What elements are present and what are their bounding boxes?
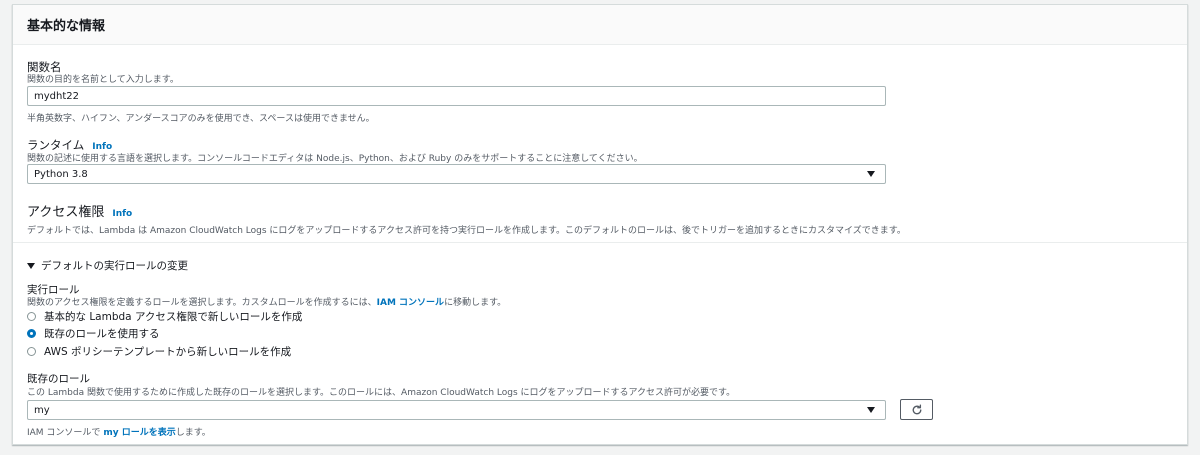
change-default-role-toggle[interactable]: デフォルトの実行ロールの変更 [27, 258, 188, 273]
function-name-input[interactable] [27, 86, 886, 106]
change-default-role-label: デフォルトの実行ロールの変更 [41, 260, 188, 272]
existing-role-selected-value: my [34, 404, 50, 416]
role-option-create-basic[interactable]: 基本的な Lambda アクセス権限で新しいロールを作成 [27, 309, 302, 324]
existing-role-select[interactable]: my [27, 400, 886, 420]
role-option-label: AWS ポリシーテンプレートから新しいロールを作成 [44, 346, 292, 358]
radio-button[interactable] [27, 347, 36, 356]
execution-role-description-prefix: 関数のアクセス権限を定義するロールを選択します。カスタムロールを作成するには、 [27, 298, 377, 308]
caret-down-icon [867, 171, 875, 177]
permissions-description: デフォルトでは、Lambda は Amazon CloudWatch Logs … [27, 226, 906, 236]
radio-button[interactable] [27, 312, 36, 321]
permissions-label: アクセス権限 [27, 205, 105, 220]
runtime-selected-value: Python 3.8 [34, 168, 88, 180]
existing-role-footer-suffix: します。 [175, 428, 211, 438]
refresh-icon [912, 403, 921, 414]
iam-console-link[interactable]: IAM コンソール [377, 298, 444, 308]
panel-title: 基本的な情報 [27, 19, 106, 34]
runtime-select[interactable]: Python 3.8 [27, 164, 886, 184]
function-name-description: 関数の目的を名前として入力します。 [27, 75, 179, 85]
permissions-heading: アクセス権限 Info [27, 201, 132, 220]
triangle-down-icon [27, 262, 35, 269]
refresh-roles-button[interactable] [900, 399, 933, 420]
view-role-link[interactable]: my ロールを表示 [103, 428, 175, 438]
role-option-label: 既存のロールを使用する [44, 328, 160, 340]
existing-role-footer-prefix: IAM コンソールで [27, 428, 104, 438]
existing-role-description: この Lambda 関数で使用するために作成した既存のロールを選択します。このロ… [27, 388, 736, 398]
caret-down-icon [867, 407, 875, 413]
basic-info-panel: 基本的な情報 関数名 関数の目的を名前として入力します。 半角英数字、ハイフン、… [12, 4, 1188, 445]
existing-role-footer: IAM コンソールで my ロールを表示します。 [27, 425, 211, 438]
panel-header: 基本的な情報 [13, 5, 1187, 45]
role-option-use-existing[interactable]: 既存のロールを使用する [27, 326, 160, 341]
execution-role-description: 関数のアクセス権限を定義するロールを選択します。カスタムロールを作成するには、I… [27, 295, 506, 308]
existing-role-label: 既存のロール [27, 373, 90, 385]
role-option-create-from-template[interactable]: AWS ポリシーテンプレートから新しいロールを作成 [27, 344, 291, 359]
runtime-description: 関数の記述に使用する言語を選択します。コンソールコードエディタは Node.js… [27, 154, 643, 164]
role-option-label: 基本的な Lambda アクセス権限で新しいロールを作成 [44, 311, 303, 323]
function-name-hint: 半角英数字、ハイフン、アンダースコアのみを使用でき、スペースは使用できません。 [27, 114, 375, 124]
radio-button-selected[interactable] [27, 329, 36, 338]
section-divider [13, 242, 1187, 243]
permissions-info-link[interactable]: Info [112, 209, 132, 219]
execution-role-description-suffix: に移動します。 [444, 298, 507, 308]
